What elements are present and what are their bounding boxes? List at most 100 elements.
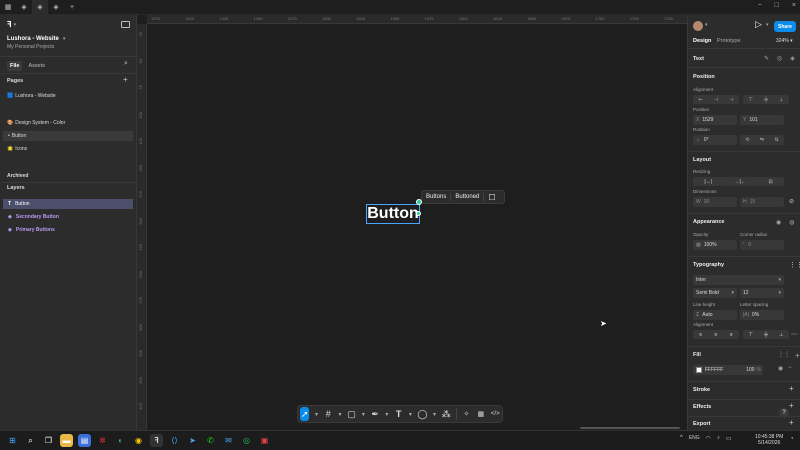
windows-start-icon[interactable]: ⊞ xyxy=(6,434,19,447)
text-align-middle-icon[interactable]: ╪ xyxy=(764,332,768,338)
search-icon[interactable]: ⌕ xyxy=(124,60,128,68)
chevron-down-icon[interactable]: ▾ xyxy=(433,407,437,421)
text-align-top-icon[interactable]: ⊤ xyxy=(749,332,753,338)
edge-icon[interactable]: ◐ xyxy=(114,434,127,447)
settings-icon[interactable]: ✲ xyxy=(96,434,109,447)
file-tab-2[interactable]: ◈ xyxy=(32,0,48,15)
project-chevron-icon[interactable]: ▾ xyxy=(63,36,66,42)
rotation-field[interactable]: ∟ 0° xyxy=(693,135,737,145)
file-explorer-icon[interactable]: ▬ xyxy=(60,434,73,447)
add-stroke-icon[interactable]: + xyxy=(789,384,794,393)
height-field[interactable]: H 15 xyxy=(740,197,784,207)
layer-button[interactable]: T Button xyxy=(3,199,133,209)
align-h-center-icon[interactable]: ⊣ xyxy=(714,97,718,103)
add-page-icon[interactable]: + xyxy=(123,75,128,84)
avatar[interactable] xyxy=(693,21,703,31)
text-align-right-icon[interactable]: ≡ xyxy=(730,332,733,338)
suggestion-expand-icon[interactable]: ☐ xyxy=(484,193,499,202)
spotify-icon[interactable]: ◎ xyxy=(240,434,253,447)
volume-icon[interactable]: ♪ xyxy=(717,435,720,442)
tab-assets[interactable]: Assets xyxy=(22,61,51,71)
align-v-center-icon[interactable]: ╪ xyxy=(764,97,768,103)
minimize-button[interactable]: − xyxy=(758,2,762,9)
mail-icon[interactable]: ✉ xyxy=(222,434,235,447)
figma-app-icon[interactable]: ꟻ xyxy=(150,434,163,447)
fill-swatch[interactable] xyxy=(696,367,702,373)
whatsapp-icon[interactable]: ✆ xyxy=(204,434,217,447)
text-styles-icon[interactable]: ⋮⋮ xyxy=(789,261,800,269)
vscode-icon[interactable]: ⟨⟩ xyxy=(168,434,181,447)
page-design-system-color[interactable]: 🎨 Design System - Color xyxy=(7,120,65,126)
wifi-icon[interactable]: ◠ xyxy=(706,435,711,442)
notifications-icon[interactable]: ◔ xyxy=(790,436,794,442)
constrain-proportions-icon[interactable]: ⊘ xyxy=(789,198,794,205)
chevron-down-icon[interactable]: ▾ xyxy=(338,407,342,421)
text-align-bottom-icon[interactable]: ⊥ xyxy=(779,332,783,338)
maximize-button[interactable]: □ xyxy=(775,2,779,9)
zoom-level[interactable]: 324% ▾ xyxy=(776,38,793,44)
ai-icon[interactable]: ✧ xyxy=(462,407,471,421)
frame-tool-icon[interactable]: # xyxy=(323,407,332,421)
font-family-select[interactable]: Inter ▾ xyxy=(693,275,784,285)
handle-dot[interactable] xyxy=(416,199,422,205)
line-height-field[interactable]: Ꮖ Auto xyxy=(693,310,737,320)
clock[interactable]: 10:45:38 PM 5/14/2026 xyxy=(755,434,783,446)
home-tab[interactable]: ▦ xyxy=(0,0,16,15)
x-field[interactable]: X 1529 xyxy=(693,115,737,125)
visibility-eye-icon[interactable]: ◉ xyxy=(776,219,781,226)
layer-primary-buttons[interactable]: ◈ Primary Buttons xyxy=(3,225,133,235)
tab-prototype[interactable]: Prototype xyxy=(717,38,741,44)
move-tool-icon[interactable]: ➚ xyxy=(300,407,310,421)
more-type-settings-icon[interactable]: ⋯ xyxy=(791,331,797,338)
handle-dot[interactable] xyxy=(416,211,421,216)
align-right-icon[interactable]: ⊣ xyxy=(729,97,733,103)
chevron-up-icon[interactable]: ^ xyxy=(680,435,683,442)
toggle-sidebar-icon[interactable] xyxy=(121,21,130,28)
flip-h-icon[interactable]: ⇋ xyxy=(760,137,764,143)
style-icon[interactable]: ◎ xyxy=(777,55,782,62)
dev-mode-icon[interactable]: ▦ xyxy=(476,407,485,421)
fill-styles-icon[interactable]: ⋮⋮ xyxy=(778,351,790,360)
media-icon[interactable]: ▣ xyxy=(258,434,271,447)
page-lushora-website[interactable]: 🟦 Lushora - Website xyxy=(7,93,56,99)
selected-text-layer[interactable]: Button xyxy=(366,204,420,224)
file-tab-1[interactable]: ◈ xyxy=(16,0,32,15)
fill-color-field[interactable]: FFFFFF 100 % xyxy=(693,365,763,375)
y-field[interactable]: Y 101 xyxy=(740,115,784,125)
comment-tool-icon[interactable]: ◯ xyxy=(417,407,427,421)
corner-radius-field[interactable]: ⌜ 0 xyxy=(740,240,784,250)
tab-file[interactable]: File xyxy=(7,61,23,71)
align-top-icon[interactable]: ⊤ xyxy=(749,97,753,103)
remove-fill-icon[interactable]: − xyxy=(788,365,792,372)
opacity-field[interactable]: ▦ 100% xyxy=(693,240,737,250)
suggestion-buttons[interactable]: Buttons xyxy=(422,194,450,200)
align-bottom-icon[interactable]: ⊥ xyxy=(779,97,783,103)
pen-tool-icon[interactable]: ✒ xyxy=(370,407,379,421)
page-icons[interactable]: 🌟 Icons xyxy=(7,146,27,152)
letter-spacing-field[interactable]: |A| 0% xyxy=(740,310,784,320)
chevron-down-icon[interactable]: ▾ xyxy=(766,22,769,28)
fill-icon[interactable]: ⊡ xyxy=(768,179,772,185)
flip-v-icon[interactable]: ⇅ xyxy=(775,137,779,143)
text-align-center-icon[interactable]: ≡ xyxy=(715,332,718,338)
chrome-icon[interactable]: ◉ xyxy=(132,434,145,447)
play-icon[interactable]: ▷ xyxy=(755,19,762,30)
font-weight-select[interactable]: Semi Bold ▾ xyxy=(693,288,737,298)
component-icon[interactable]: ◈ xyxy=(790,55,795,62)
fixed-width-icon[interactable]: |↔| xyxy=(704,179,712,185)
chevron-down-icon[interactable]: ▾ xyxy=(408,407,412,421)
chevron-down-icon[interactable]: ▾ xyxy=(361,407,365,421)
archived-label[interactable]: Archived xyxy=(7,173,28,179)
task-view-icon[interactable]: ❐ xyxy=(42,434,55,447)
width-field[interactable]: W 30 xyxy=(693,197,737,207)
text-tool-icon[interactable]: T xyxy=(394,407,403,421)
align-left-icon[interactable]: ⊢ xyxy=(698,97,702,103)
file-tab-3[interactable]: ◈ xyxy=(48,0,64,15)
chevron-down-icon[interactable]: ▾ xyxy=(314,407,318,421)
project-name[interactable]: Lushora - Website xyxy=(7,36,59,42)
horizontal-scrollbar[interactable] xyxy=(580,427,680,429)
tab-design[interactable]: Design xyxy=(693,38,711,44)
close-button[interactable]: × xyxy=(792,2,796,9)
suggestion-buttoned[interactable]: Buttoned xyxy=(451,194,483,200)
new-tab-button[interactable]: + xyxy=(64,0,80,15)
